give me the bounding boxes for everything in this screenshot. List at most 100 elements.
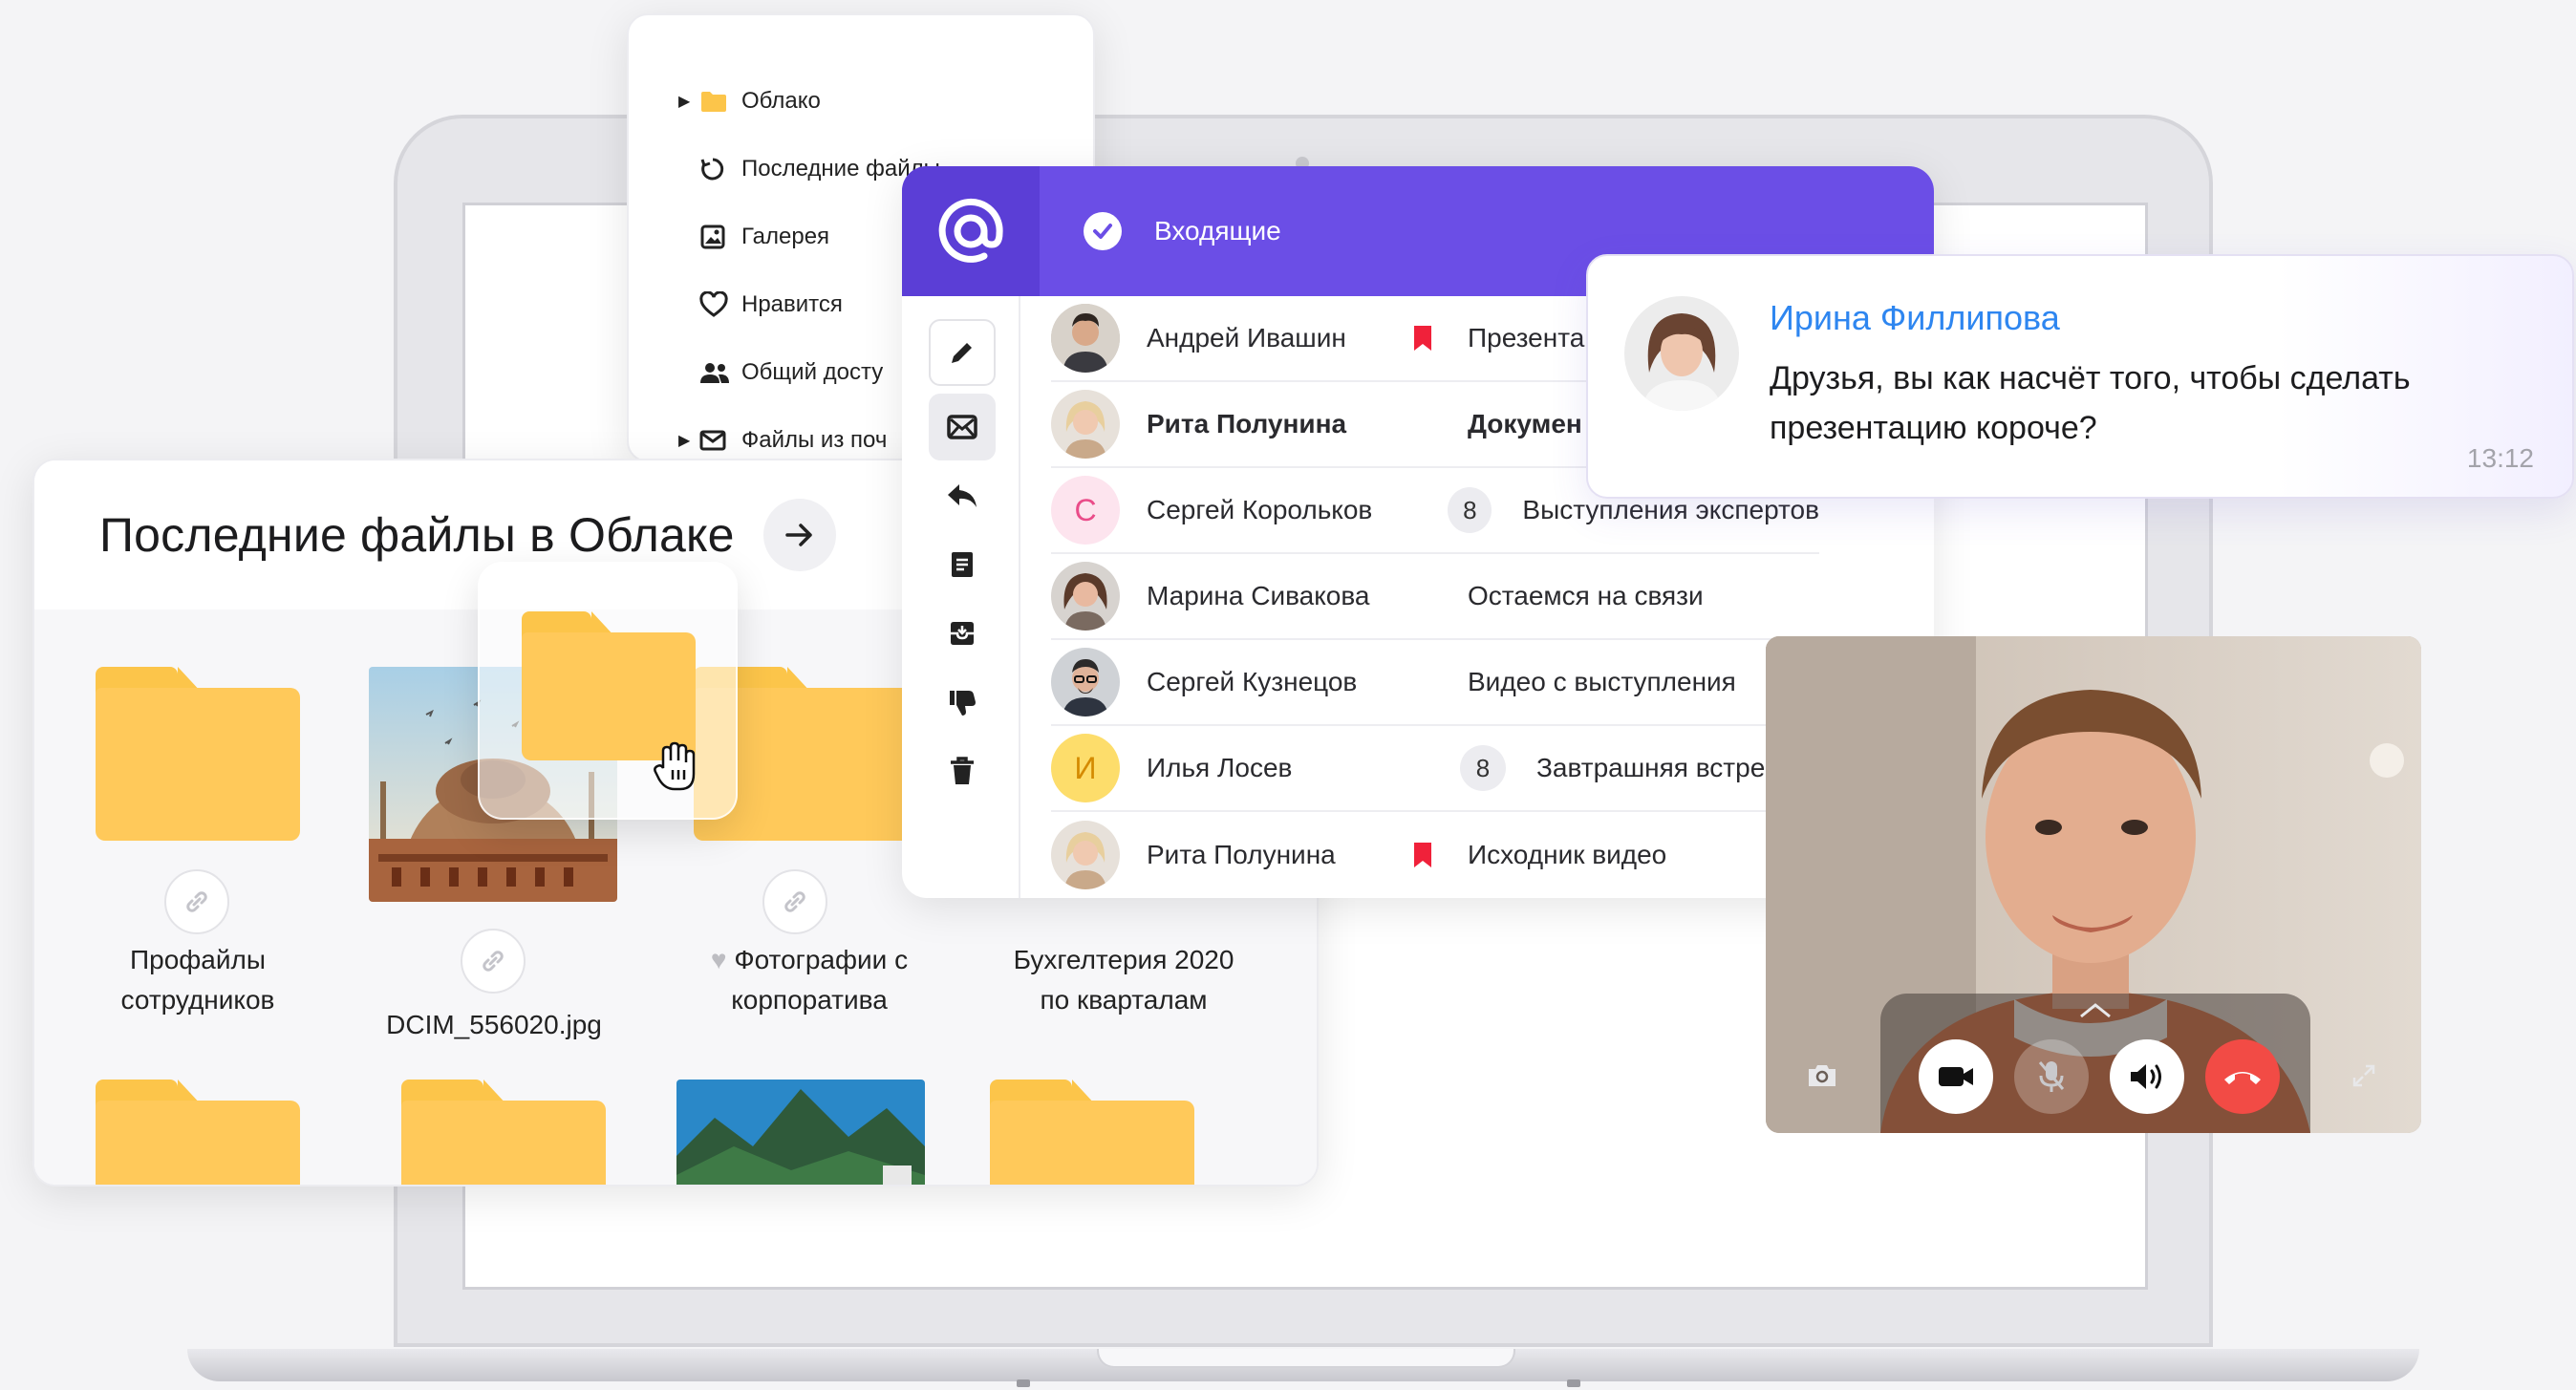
check-icon: [1084, 212, 1122, 250]
sidebar-item-label: Галерея: [741, 223, 830, 249]
mail-sender: Марина Сивакова: [1147, 581, 1370, 610]
fullscreen-icon[interactable]: [2351, 1062, 2377, 1089]
file-label[interactable]: Профайлы сотрудников: [73, 940, 323, 1020]
thread-count-badge: 8: [1460, 745, 1506, 791]
delete-button[interactable]: [929, 738, 996, 804]
mute-mic-button[interactable]: [2014, 1039, 2089, 1114]
mail-row[interactable]: Рита Полунина Исходник видео: [1051, 812, 1819, 898]
file-label[interactable]: Бухгелтерия 2020 по кварталам: [957, 940, 1290, 1020]
chat-timestamp: 13:12: [2466, 443, 2534, 473]
laptop-foot: [1017, 1379, 1030, 1387]
trash-icon: [951, 757, 974, 784]
link-icon: [483, 951, 504, 972]
arrow-right-icon: [784, 524, 812, 546]
avatar: [1051, 648, 1120, 716]
pencil-icon: [952, 343, 972, 363]
recent-files-title: Последние файлы в Облаке: [99, 508, 735, 562]
mail-subject: Выступления экспертов: [1522, 495, 1819, 524]
reply-icon: [948, 484, 977, 507]
sidebar-item-cloud[interactable]: ▶ Облако: [629, 67, 1093, 135]
avatar: И: [1051, 734, 1120, 802]
history-icon: [699, 156, 741, 182]
avatar: [1051, 562, 1120, 631]
inbox-label[interactable]: Входящие: [1154, 216, 1281, 246]
folder-icon[interactable]: [96, 1080, 300, 1185]
share-link-button[interactable]: [164, 869, 229, 934]
mail-toolbar: [902, 296, 1020, 898]
spam-button[interactable]: [929, 669, 996, 736]
heart-icon: ♥: [710, 945, 727, 974]
share-link-button[interactable]: [762, 869, 827, 934]
expand-arrow-icon[interactable]: ▶: [678, 92, 699, 111]
laptop-foot: [1567, 1379, 1580, 1387]
mail-sender: Сергей Корольков: [1147, 495, 1373, 524]
camera-toggle-button[interactable]: [1919, 1039, 1993, 1114]
mail-subject: Завтрашняя встреча: [1536, 753, 1793, 782]
avatar: [1051, 821, 1120, 889]
mic-off-icon: [2038, 1061, 2065, 1092]
mail-subject: Докумен: [1468, 409, 1582, 438]
expand-arrow-icon[interactable]: ▶: [678, 431, 699, 450]
photo-thumbnail[interactable]: [676, 1080, 925, 1185]
mail-subject: Остаемся на связи: [1468, 581, 1704, 610]
mail-sender: Рита Полунина: [1147, 409, 1347, 438]
bookmark-flag-icon[interactable]: [1412, 841, 1433, 869]
mail-subject: Презента: [1468, 323, 1585, 353]
mail-sender: Андрей Ивашин: [1147, 323, 1346, 353]
grab-cursor-icon: [654, 741, 696, 791]
file-label[interactable]: DCIM_556020.jpg: [359, 1005, 629, 1045]
mail-row[interactable]: Сергей Кузнецов Видео с выступления: [1051, 640, 1819, 726]
inbox-button[interactable]: [929, 394, 996, 460]
switch-camera-icon[interactable]: [1806, 1062, 1838, 1089]
link-icon: [784, 891, 805, 912]
document-icon: [952, 552, 973, 577]
call-controls: [1880, 994, 2310, 1133]
mail-row[interactable]: И Илья Лосев 8 Завтрашняя встреча: [1051, 726, 1819, 812]
envelope-icon: [947, 415, 977, 439]
phone-hangup-icon: [2224, 1072, 2261, 1084]
drafts-button[interactable]: [929, 531, 996, 598]
laptop-notch: [1097, 1349, 1515, 1368]
bookmark-flag-icon[interactable]: [1412, 324, 1433, 353]
folder-icon[interactable]: [990, 1080, 1194, 1185]
sidebar-item-label: Общий досту: [741, 358, 884, 385]
reply-button[interactable]: [929, 462, 996, 529]
sidebar-item-label: Нравится: [741, 290, 843, 317]
mail-icon: [699, 429, 741, 452]
sidebar-item-label: Облако: [741, 87, 821, 114]
folder-icon[interactable]: [96, 667, 300, 841]
mail-logo-icon[interactable]: [902, 166, 1040, 296]
chat-message-bubble[interactable]: Ирина Филлипова Друзья, вы как насчёт то…: [1586, 254, 2574, 499]
chevron-up-icon[interactable]: [2077, 1001, 2114, 1020]
share-link-button[interactable]: [461, 929, 526, 994]
folder-icon: [699, 90, 741, 113]
dragged-folder-card[interactable]: [478, 562, 738, 820]
archive-button[interactable]: [929, 600, 996, 667]
chat-message-text: Друзья, вы как насчёт того, чтобы сделат…: [1770, 360, 2411, 446]
file-label[interactable]: ♥ Фотографии с корпоратива: [655, 940, 963, 1020]
folder-icon[interactable]: [401, 1080, 606, 1185]
mail-subject: Исходник видео: [1468, 840, 1667, 869]
heart-icon: [699, 290, 741, 318]
hang-up-button[interactable]: [2205, 1039, 2280, 1114]
avatar: С: [1051, 476, 1120, 545]
thread-count-badge: 8: [1448, 487, 1492, 533]
link-icon: [186, 891, 207, 912]
mail-row[interactable]: Марина Сивакова Остаемся на связи: [1051, 554, 1819, 640]
archive-icon: [951, 622, 974, 645]
mail-sender: Рита Полунина: [1147, 840, 1336, 869]
sidebar-item-label: Файлы из поч: [741, 426, 888, 453]
thumbs-down-icon: [950, 691, 976, 716]
gallery-icon: [699, 224, 741, 250]
chat-sender-name: Ирина Филлипова: [1770, 298, 2060, 337]
speaker-button[interactable]: [2110, 1039, 2184, 1114]
avatar: [1624, 296, 1739, 411]
mail-sender: Сергей Кузнецов: [1147, 667, 1358, 696]
video-call-window[interactable]: [1766, 636, 2421, 1133]
compose-button[interactable]: [929, 319, 996, 386]
open-cloud-button[interactable]: [762, 499, 836, 571]
mail-subject: Видео с выступления: [1468, 667, 1736, 696]
video-camera-icon: [1939, 1067, 1973, 1086]
speaker-icon: [2131, 1064, 2161, 1089]
people-icon: [699, 360, 741, 385]
